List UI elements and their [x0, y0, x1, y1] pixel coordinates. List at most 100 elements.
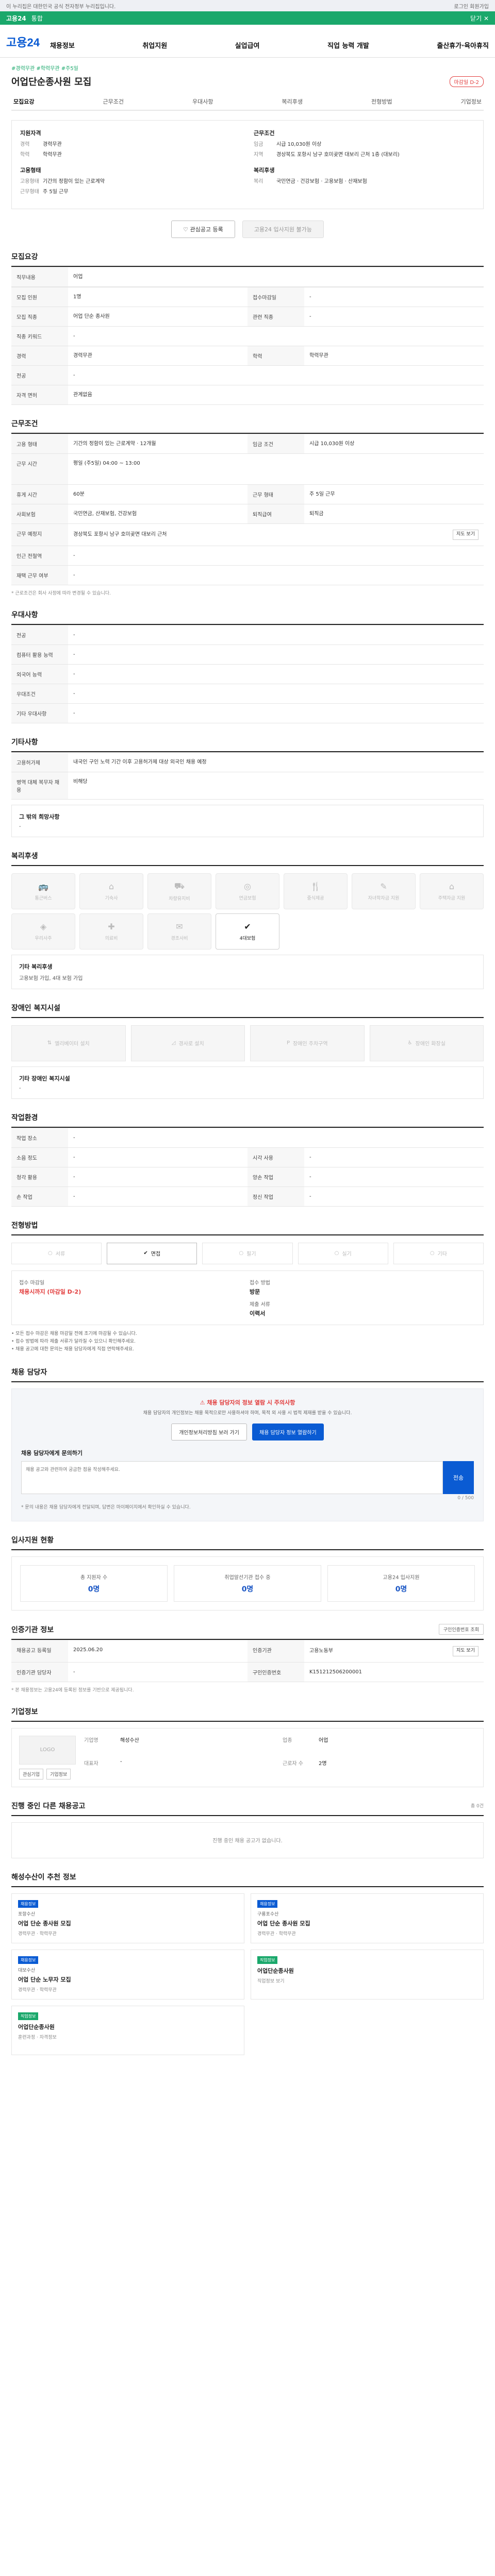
qa-input[interactable]	[21, 1461, 443, 1494]
nav-item[interactable]: 직업 능력 개발	[327, 40, 369, 50]
qa-submit-button[interactable]: 전송	[443, 1461, 474, 1494]
recommend-badge: 채용정보	[18, 1956, 39, 1964]
field-value: 시급 10,030원 이상	[304, 434, 484, 453]
nav-item[interactable]: 취업지원	[142, 40, 167, 50]
summary-key: 고용형태	[20, 179, 39, 184]
view-manager-button[interactable]: 채용 담당자 정보 열람하기	[252, 1423, 324, 1440]
job-hashtags: #경력무관 #학력무관 #주5일	[11, 66, 78, 72]
selection-step: ✔ 면접	[107, 1242, 197, 1264]
welfare-item: ⌂ 주택자금 지원	[420, 873, 484, 909]
summary-key: 근무형태	[20, 189, 39, 195]
tab-selection[interactable]: 전형방법	[371, 97, 392, 106]
nav-item[interactable]: 실업급여	[235, 40, 260, 50]
stat-card: 고용24 입사지원 0명	[327, 1565, 475, 1602]
service-bar-close[interactable]: 닫기 ✕	[470, 14, 489, 23]
field-label: 근무 시간	[11, 453, 68, 484]
nav-item[interactable]: 채용정보	[50, 40, 75, 50]
map-button[interactable]: 지도 보기	[453, 530, 478, 540]
summary-value: 시급 10,030원 이상	[276, 142, 322, 147]
welfare-item: ✔ 4대보험	[216, 913, 279, 950]
field-label: 소음 정도	[11, 1147, 68, 1167]
summary-value: 학력무관	[43, 151, 62, 158]
apply-button[interactable]: 고용24 입사지원 불가능	[242, 221, 324, 238]
field-label: 손 작업	[11, 1186, 68, 1206]
recommend-card[interactable]: 채용정보 구룡포수산 어업 단순 종사원 모집 경력무관 · 학력무관	[251, 1893, 484, 1943]
welfare-item: ✚ 의료비	[79, 913, 143, 950]
gov-notice-text: 이 누리집은 대한민국 공식 전자정부 누리집입니다.	[6, 4, 116, 10]
other-table: 고용허가제 내국인 구인 노력 기간 이후 고용허가제 대상 외국인 채용 예정 …	[11, 752, 484, 800]
tab-preference[interactable]: 우대사항	[192, 97, 213, 106]
favorite-company-button[interactable]: 관심기업	[19, 1768, 44, 1780]
tab-welfare[interactable]: 복리후생	[282, 97, 303, 106]
auth-links[interactable]: 로그인 회원가입	[454, 2, 489, 10]
nav-item[interactable]: 출산휴가·육아휴직	[437, 40, 489, 50]
field-label: 퇴직급여	[248, 504, 304, 523]
privacy-policy-button[interactable]: 개인정보처리방침 보러 가기	[171, 1423, 247, 1440]
field-label: 인근 전철역	[11, 545, 68, 565]
section-title: 인증기관 정보	[11, 1625, 54, 1634]
qa-title: 채용 담당자에게 문의하기	[21, 1449, 82, 1456]
parking-icon: P	[286, 1040, 290, 1046]
section-title: 복리후생	[11, 851, 484, 866]
disability-item: ♿ 장애인 화장실	[369, 1025, 484, 1061]
stat-value: 0명	[395, 1585, 407, 1594]
conditions-table: 고용 형태 기간의 정함이 있는 근로계약 · 12개월 임금 조건 시급 10,03…	[11, 434, 484, 585]
stat-card: 총 지원자 수 0명	[20, 1565, 168, 1602]
welfare-label: 주택자금 지원	[438, 895, 466, 901]
circle-icon: ○	[334, 1250, 339, 1256]
field-label: 고용허가제	[11, 752, 68, 772]
field-value: -	[304, 307, 484, 326]
section-title: 모집요강	[11, 251, 484, 267]
field-label: 임금 조건	[248, 434, 304, 453]
welfare-item: ◈ 우리사주	[11, 913, 75, 950]
job-header: #경력무관 #학력무관 #주5일 어업단순종사원 모집 마감일 D-2 모집요강…	[0, 58, 495, 111]
auth-lookup-button[interactable]: 구인인증번호 조회	[438, 1624, 484, 1635]
field-value: -	[68, 644, 484, 664]
field-value: 학력무관	[304, 346, 484, 365]
field-value: -	[68, 1147, 248, 1167]
recommend-card[interactable]: 직업정보 어업단순종사원 훈련과정 · 자격정보	[11, 2005, 244, 2055]
site-logo[interactable]: 고용24	[6, 33, 40, 50]
field-label: 정신 작업	[248, 1186, 304, 1206]
summary-value: 국민연금 · 건강보험 · 고용보험 · 산재보험	[276, 179, 367, 184]
section-company: 기업정보 LOGO 관심기업 기업정보 기업명 해성수산 업종 어업 대표자 - 근로…	[0, 1706, 495, 1787]
recommend-card[interactable]: 채용정보 대보수산 어업 단순 노무자 모집 경력무관 · 학력무관	[11, 1949, 244, 1999]
field-label: 관련 직종	[248, 307, 304, 326]
welfare-label: 4대보험	[239, 936, 256, 941]
summary-heading: 근무조건	[254, 130, 275, 137]
tab-recruit[interactable]: 모집요강	[13, 97, 34, 106]
field-value: 기간의 정함이 있는 근로계약 · 12개월	[68, 434, 248, 453]
stat-value: 0명	[241, 1585, 254, 1594]
stats-box: 총 지원자 수 0명 취업알선기관 접수 중 0명 고용24 입사지원 0명	[11, 1556, 484, 1611]
welfare-label: 차량유지비	[169, 896, 190, 902]
welfare-grid: 🚌 통근버스 ⌂ 기숙사 ⛟ 차량유지비 ◎ 연금보험 🍴 중식제공 ✎ 자녀학자금 지원 ⌂ 주택자금 …	[11, 873, 484, 950]
box-text: -	[19, 1085, 21, 1091]
recommend-card[interactable]: 채용정보 포항수산 어업 단순 종사원 모집 경력무관 · 학력무관	[11, 1893, 244, 1943]
qa-notes: * 문의 내용은 채용 담당자에게 전달되며, 답변은 마이페이지에서 확인하실…	[21, 1504, 191, 1510]
summary-heading: 지원자격	[20, 130, 41, 137]
welfare-icon: ◎	[244, 881, 251, 891]
welfare-item: ✉ 경조사비	[147, 913, 211, 950]
welfare-label: 통근버스	[35, 895, 52, 901]
section-title: 입사지원 현황	[11, 1535, 484, 1551]
warning-icon: ⚠	[200, 1399, 207, 1406]
disability-grid: ⇅ 엘리베이터 설치 ◿ 경사로 설치 P 장애인 주차구역 ♿ 장애인 화장실	[11, 1025, 484, 1061]
recommend-card[interactable]: 직업정보 어업단순종사원 직업정보 보기	[251, 1949, 484, 1999]
field-value: -	[68, 664, 484, 684]
welfare-icon: ✎	[380, 881, 387, 891]
field-value: 평일 (주5일) 04:00 ~ 13:00	[68, 453, 484, 484]
jobinfo-table: 채용공고 등록일 2025.06.20 인증기관 고용노동부 지도 보기 인증기관 담…	[11, 1640, 484, 1682]
field-label: 구인인증번호	[248, 1662, 304, 1682]
recommend-title: 어업 단순 종사원 모집	[257, 1920, 310, 1927]
auth-agency: 고용노동부	[309, 1648, 333, 1654]
service-bar: 고용24 통합 닫기 ✕	[0, 11, 495, 25]
field-value: 비해당	[68, 771, 484, 799]
company-info-button[interactable]: 기업정보	[46, 1768, 71, 1780]
map-button[interactable]: 지도 보기	[453, 1646, 478, 1656]
tab-company[interactable]: 기업정보	[461, 97, 482, 106]
section-title: 작업환경	[11, 1112, 484, 1128]
tab-conditions[interactable]: 근무조건	[103, 97, 124, 106]
field-label: 인증기관	[248, 1640, 304, 1662]
save-job-button[interactable]: ♡ 관심공고 등록	[171, 221, 235, 238]
field-label: 채용공고 등록일	[11, 1640, 68, 1662]
